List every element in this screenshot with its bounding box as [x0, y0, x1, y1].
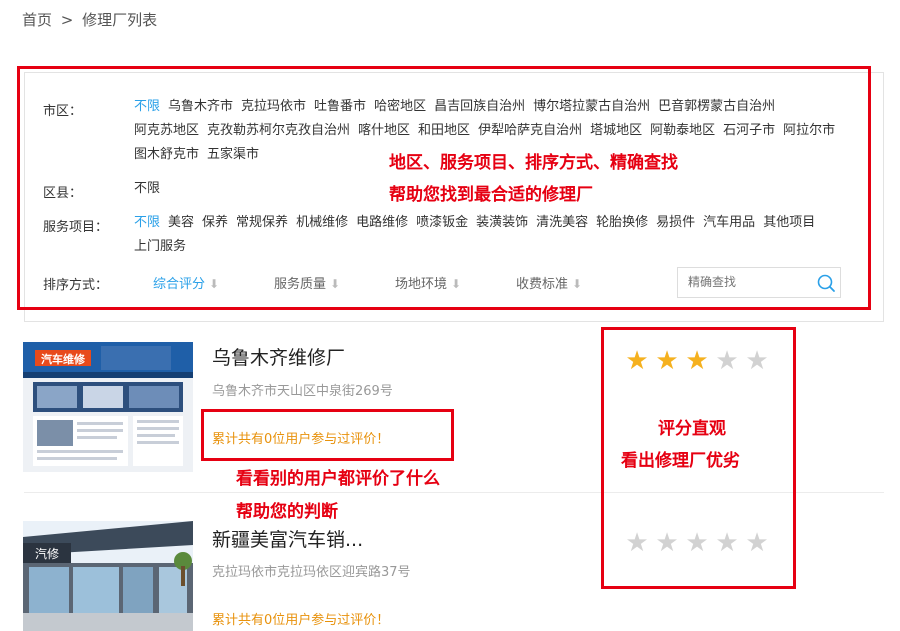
shop-review-count[interactable]: 累计共有0位用户参与过评价！ [212, 609, 389, 628]
shop-thumbnail[interactable]: 汽车维修 [23, 342, 193, 472]
shop-address: 克拉玛依市克拉玛依区迎宾路37号 [212, 565, 411, 580]
shop-name[interactable]: 新疆美富汽车销... [212, 525, 363, 552]
shop-thumbnail[interactable]: 汽修 [23, 521, 193, 631]
rating-annotation-line1: 评分直观 [658, 419, 726, 439]
filter-annotation-line1: 地区、服务项目、排序方式、精确查找 [389, 153, 678, 173]
shop-name[interactable]: 乌鲁木齐维修厂 [212, 343, 345, 370]
breadcrumb-separator: > [60, 11, 74, 29]
review-annotation-line2: 帮助您的判断 [236, 502, 338, 522]
storefront-photo-image: 汽修 [23, 521, 193, 631]
shop-address: 乌鲁木齐市天山区中泉街269号 [212, 384, 393, 399]
breadcrumb: 首页 > 修理厂列表 [22, 9, 161, 30]
review-annotation-line1: 看看别的用户都评价了什么 [236, 469, 440, 489]
breadcrumb-current: 修理厂列表 [82, 11, 158, 29]
filter-annotation-line2: 帮助您找到最合适的修理厂 [389, 185, 593, 205]
review-highlight-frame [201, 409, 454, 461]
thumb-sign-text: 汽车维修 [41, 352, 86, 366]
website-screenshot-image: 汽车维修 [23, 342, 193, 472]
rating-annotation-line2: 看出修理厂优劣 [621, 451, 740, 471]
breadcrumb-home[interactable]: 首页 [22, 11, 52, 29]
thumb-sign-text: 汽修 [35, 546, 59, 561]
